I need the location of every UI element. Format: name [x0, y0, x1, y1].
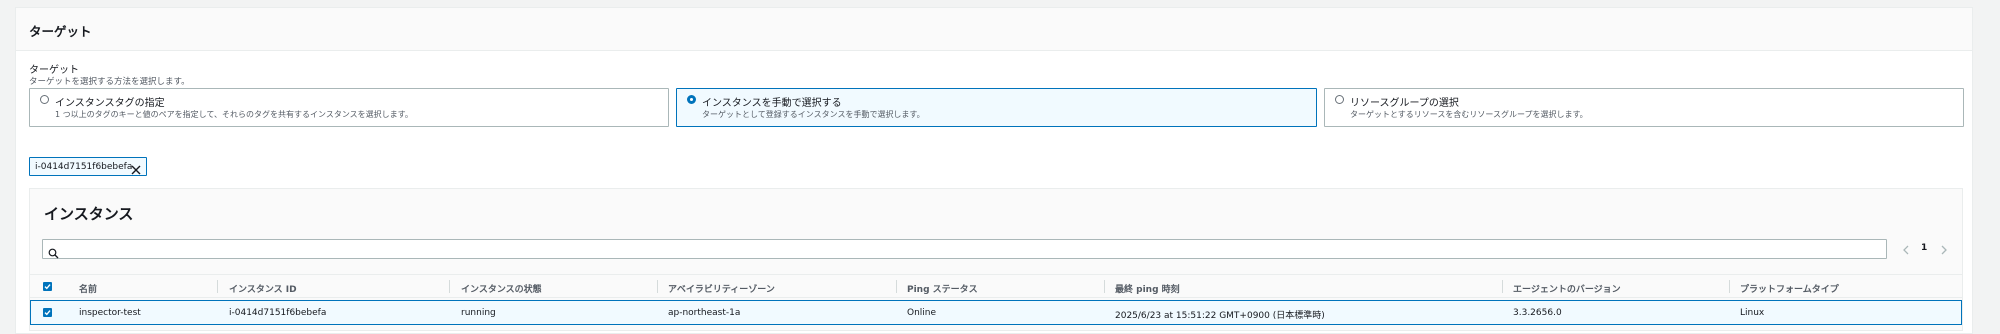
target-option-description: ターゲットとするリソースを含むリソースグループを選択します。	[1350, 110, 1588, 119]
column-header-availability-zone[interactable]: アベイラビリティーゾーン	[668, 282, 775, 295]
column-header-instance-id[interactable]: インスタンス ID	[229, 282, 297, 295]
search-icon	[48, 244, 59, 259]
target-option-label: リソースグループの選択	[1350, 98, 1459, 109]
target-option-label: インスタンスタグの指定	[55, 98, 165, 109]
target-option-tags[interactable]: インスタンスタグの指定 1 つ以上のタグのキーと値のペアを指定して、それらのタグ…	[29, 88, 669, 127]
target-option-description: 1 つ以上のタグのキーと値のペアを指定して、それらのタグを共有するインスタンスを…	[55, 110, 413, 119]
selected-instance-token: i-0414d7151f6bebefa	[29, 157, 147, 176]
table-row[interactable]: inspector-test i-0414d7151f6bebefa runni…	[30, 300, 1962, 325]
column-header-ping-status[interactable]: Ping ステータス	[907, 282, 978, 295]
radio-button[interactable]	[1335, 95, 1344, 104]
chevron-right-icon[interactable]	[1938, 242, 1950, 256]
instances-table-container: インスタンス 1 名前 インスタンス ID インスタンスの状態 アベイラビリティ…	[29, 188, 1963, 331]
row-checkbox[interactable]	[43, 308, 52, 317]
column-header-platform-type[interactable]: プラットフォームタイプ	[1740, 282, 1839, 295]
target-option-label: インスタンスを手動で選択する	[702, 98, 842, 109]
column-divider	[449, 280, 450, 293]
target-option-resource-group[interactable]: リソースグループの選択 ターゲットとするリソースを含むリソースグループを選択しま…	[1324, 88, 1964, 127]
cell-ping-status: Online	[907, 308, 937, 318]
table-header: 名前 インスタンス ID インスタンスの状態 アベイラビリティーゾーン Ping…	[30, 274, 1962, 298]
cell-last-ping: 2025/6/23 at 15:51:22 GMT+0900 (日本標準時)	[1115, 311, 1325, 321]
targets-panel: ターゲット ターゲット ターゲットを選択する方法を選択します。 インスタンスタグ…	[15, 7, 1973, 334]
column-divider	[1104, 280, 1105, 293]
page-number[interactable]: 1	[1921, 243, 1927, 253]
cell-platform-type: Linux	[1740, 308, 1765, 318]
column-divider	[657, 280, 658, 293]
column-header-name[interactable]: 名前	[79, 282, 97, 295]
cell-availability-zone: ap-northeast-1a	[668, 308, 741, 318]
column-divider	[1502, 280, 1503, 293]
instances-title: インスタンス	[44, 205, 134, 223]
column-header-last-ping[interactable]: 最終 ping 時刻	[1115, 282, 1180, 295]
panel-header: ターゲット	[16, 8, 1972, 51]
token-label: i-0414d7151f6bebefa	[35, 162, 133, 172]
cell-agent-version: 3.3.2656.0	[1513, 308, 1562, 318]
target-field-description: ターゲットを選択する方法を選択します。	[29, 77, 190, 87]
cell-instance-id: i-0414d7151f6bebefa	[229, 308, 327, 318]
panel-title: ターゲット	[29, 24, 92, 39]
radio-button-selected[interactable]	[687, 95, 696, 104]
column-divider	[1729, 280, 1730, 293]
column-header-instance-state[interactable]: インスタンスの状態	[461, 282, 542, 295]
search-box[interactable]	[42, 239, 1887, 259]
target-field-label: ターゲット	[29, 65, 79, 76]
column-header-agent-version[interactable]: エージェントのバージョン	[1513, 282, 1621, 295]
cell-instance-state: running	[461, 308, 496, 318]
radio-button[interactable]	[40, 95, 49, 104]
target-option-manual[interactable]: インスタンスを手動で選択する ターゲットとして登録するインスタンスを手動で選択し…	[676, 88, 1317, 127]
column-divider	[896, 280, 897, 293]
cell-name: inspector-test	[79, 308, 141, 318]
target-option-description: ターゲットとして登録するインスタンスを手動で選択します。	[702, 110, 925, 119]
select-all-checkbox[interactable]	[43, 282, 52, 291]
close-icon[interactable]	[130, 161, 142, 175]
chevron-left-icon[interactable]	[1900, 242, 1912, 256]
search-input[interactable]	[63, 242, 1873, 256]
column-divider	[217, 280, 218, 293]
